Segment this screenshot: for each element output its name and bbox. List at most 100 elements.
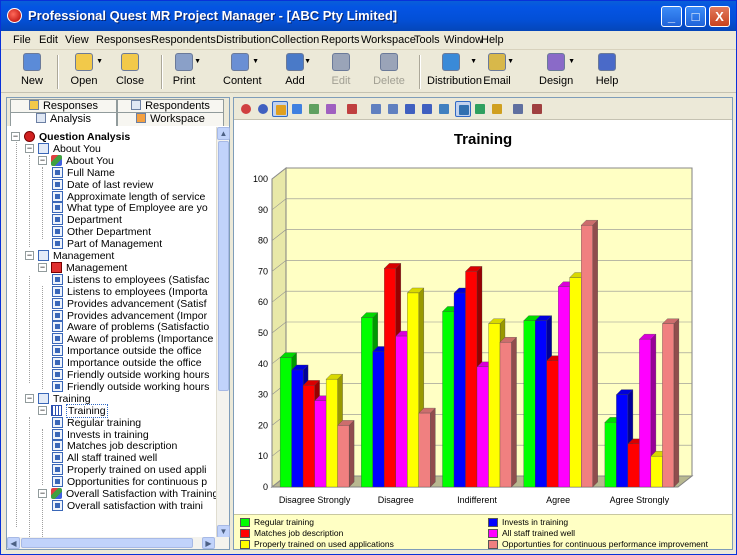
toolbar-close-button[interactable]: Close xyxy=(115,53,145,91)
tree-question-item[interactable]: Friendly outside working hours xyxy=(7,380,217,393)
toolbar-distribution-button[interactable]: Distribution ▼ xyxy=(427,53,482,91)
dropdown-arrow-icon[interactable]: ▼ xyxy=(194,58,201,65)
dropdown-arrow-icon[interactable]: ▼ xyxy=(252,58,259,65)
tree-group-node[interactable]: − Question Analysis xyxy=(7,131,217,143)
tree-group-node[interactable]: − Overall Satisfaction with Training xyxy=(7,488,217,500)
zoom-button[interactable] xyxy=(510,101,526,117)
scroll-right-icon[interactable]: ▶ xyxy=(202,537,215,549)
tree-question-item[interactable]: Approximate length of service xyxy=(7,190,217,203)
move-button[interactable] xyxy=(472,101,488,117)
tree-question-item[interactable]: Matches job description xyxy=(7,440,217,452)
tree-question-item[interactable]: Regular training xyxy=(7,416,217,429)
toolbar-new-button[interactable]: New xyxy=(19,53,45,91)
close-window-button[interactable]: X xyxy=(709,6,730,27)
menu-window[interactable]: Window xyxy=(444,34,483,46)
menu-file[interactable]: File xyxy=(13,34,31,46)
scroll-thumb[interactable] xyxy=(218,141,229,391)
menu-view[interactable]: View xyxy=(65,34,89,46)
settings-button[interactable] xyxy=(489,101,505,117)
collapse-toggle-icon[interactable]: − xyxy=(38,489,47,498)
maximize-button[interactable]: □ xyxy=(685,6,706,27)
dropdown-arrow-icon[interactable]: ▼ xyxy=(304,58,311,65)
tree-group-node[interactable]: − About You xyxy=(7,154,217,167)
donut-chart-button[interactable] xyxy=(255,101,271,117)
hscroll-thumb[interactable] xyxy=(21,538,193,548)
grid-button[interactable] xyxy=(419,101,435,117)
pie-chart-button[interactable] xyxy=(238,101,254,117)
title-bar[interactable]: Professional Quest MR Project Manager - … xyxy=(1,1,736,31)
tree-question-item[interactable]: Full Name xyxy=(7,166,217,179)
tab-analysis[interactable]: Analysis xyxy=(10,112,117,126)
collapse-toggle-icon[interactable]: − xyxy=(25,251,34,260)
tab-responses[interactable]: Responses xyxy=(10,99,117,113)
tree-question-item[interactable]: Listens to employees (Importa xyxy=(7,285,217,298)
tree-question-item[interactable]: What type of Employee are yo xyxy=(7,202,217,214)
dropdown-arrow-icon[interactable]: ▼ xyxy=(470,58,477,65)
menu-edit[interactable]: Edit xyxy=(39,34,58,46)
data-table-button[interactable] xyxy=(402,101,418,117)
tree-question-item[interactable]: Part of Management xyxy=(7,238,217,250)
tree-question-item[interactable]: Listens to employees (Satisfac xyxy=(7,273,217,286)
dropdown-arrow-icon[interactable]: ▼ xyxy=(96,58,103,65)
dropdown-arrow-icon[interactable]: ▼ xyxy=(568,58,575,65)
tree-vertical-scrollbar[interactable]: ▲ ▼ xyxy=(216,127,230,538)
toolbar-help-button[interactable]: Help xyxy=(593,53,621,91)
toolbar-print-button[interactable]: Print ▼ xyxy=(169,53,201,91)
collapse-toggle-icon[interactable]: − xyxy=(38,155,47,165)
paste-button[interactable] xyxy=(385,101,401,117)
tree-question-item[interactable]: Friendly outside working hours xyxy=(7,369,217,381)
copy-button[interactable] xyxy=(368,101,384,117)
tree-question-item[interactable]: Invests in training xyxy=(7,428,217,441)
tree-question-item[interactable]: Provides advancement (Impor xyxy=(7,309,217,322)
tree-question-item[interactable]: Properly trained on used appli xyxy=(7,464,217,476)
tree-question-item[interactable]: All staff trained well xyxy=(7,452,217,464)
tab-respondents[interactable]: Respondents xyxy=(117,99,224,113)
menu-tools[interactable]: Tools xyxy=(414,34,440,46)
area-chart-button[interactable] xyxy=(323,101,339,117)
tree-question-item[interactable]: Provides advancement (Satisf xyxy=(7,297,217,310)
collapse-toggle-icon[interactable]: − xyxy=(25,143,34,153)
tree-group-node[interactable]: − Management xyxy=(7,261,217,274)
rotate-3d-button[interactable] xyxy=(455,101,471,117)
horizontal-bar-button[interactable] xyxy=(289,101,305,117)
tree-group-node[interactable]: − Training xyxy=(7,392,217,405)
tree-question-item[interactable]: Overall satisfaction with traini xyxy=(7,499,217,512)
bar-chart-button[interactable] xyxy=(272,101,288,117)
collapse-toggle-icon[interactable]: − xyxy=(25,393,34,403)
scroll-left-icon[interactable]: ◀ xyxy=(7,537,20,549)
menu-responses[interactable]: Responses xyxy=(96,34,151,46)
tree-question-item[interactable]: Aware of problems (Satisfactio xyxy=(7,321,217,333)
collapse-toggle-icon[interactable]: − xyxy=(38,262,47,272)
menu-distribution[interactable]: Distribution xyxy=(216,34,271,46)
line-chart-button[interactable] xyxy=(306,101,322,117)
toolbar-open-button[interactable]: Open ▼ xyxy=(67,53,103,91)
tree-question-item[interactable]: Date of last review xyxy=(7,178,217,191)
dropdown-arrow-icon[interactable]: ▼ xyxy=(507,58,514,65)
image-button[interactable] xyxy=(436,101,452,117)
menu-respondents[interactable]: Respondents xyxy=(151,34,216,46)
toolbar-add-button[interactable]: Add ▼ xyxy=(281,53,311,91)
tree-question-item[interactable]: Importance outside the office xyxy=(7,345,217,357)
fill-color-button[interactable] xyxy=(344,101,360,117)
tree-group-node[interactable]: − Management xyxy=(7,250,217,262)
menu-workspace[interactable]: Workspace xyxy=(361,34,416,46)
pointer-button[interactable] xyxy=(529,101,545,117)
tab-workspace[interactable]: Workspace xyxy=(117,112,224,126)
menu-reports[interactable]: Reports xyxy=(321,34,360,46)
toolbar-content-button[interactable]: Content ▼ xyxy=(223,53,262,91)
tree-question-item[interactable]: Importance outside the office xyxy=(7,357,217,369)
collapse-toggle-icon[interactable]: − xyxy=(11,132,20,141)
tree-question-item[interactable]: Opportunities for continuous p xyxy=(7,476,217,488)
collapse-toggle-icon[interactable]: − xyxy=(38,405,47,415)
minimize-button[interactable]: _ xyxy=(661,6,682,27)
tree-horizontal-scrollbar[interactable]: ◀ ▶ xyxy=(7,537,229,549)
tree-group-node[interactable]: − Training xyxy=(7,403,217,418)
tree-question-item[interactable]: Other Department xyxy=(7,226,217,238)
toolbar-design-button[interactable]: Design ▼ xyxy=(539,53,575,91)
menu-collection[interactable]: Collection xyxy=(271,34,319,46)
tree-group-node[interactable]: − About You xyxy=(7,142,217,155)
tree-question-item[interactable]: Aware of problems (Importance xyxy=(7,333,217,345)
tree-question-item[interactable]: Department xyxy=(7,214,217,226)
scroll-up-icon[interactable]: ▲ xyxy=(217,127,230,140)
menu-help[interactable]: Help xyxy=(481,34,504,46)
